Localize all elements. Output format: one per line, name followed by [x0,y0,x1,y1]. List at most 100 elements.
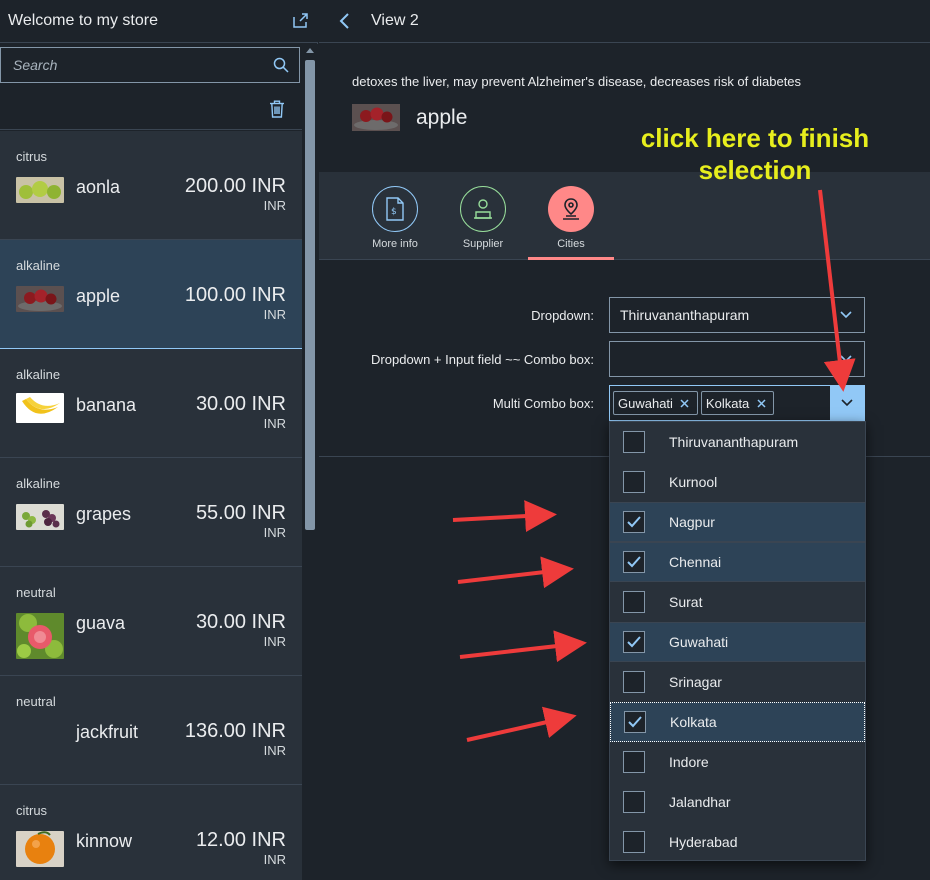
checkmark-icon [628,716,642,728]
option-label: Srinagar [669,674,722,690]
checkbox[interactable] [623,671,645,693]
tab-supplier[interactable]: Supplier [440,186,526,260]
item-unit: INR [263,198,286,213]
item-name: grapes [76,504,132,524]
option-label: Nagpur [669,514,715,530]
grapes-thumbnail [16,504,64,530]
tab-more-info[interactable]: $ More info [352,186,438,260]
item-category: alkaline [16,476,61,491]
checkbox-checked[interactable] [623,511,645,533]
detail-title: View 2 [371,12,419,29]
close-icon[interactable] [677,395,693,411]
option-label: Hyderabad [669,834,738,850]
chevron-down-icon[interactable] [828,342,864,376]
item-unit: INR [263,634,286,649]
delete-icon[interactable] [268,99,286,119]
list-toolbar [0,88,302,130]
list-item-apple[interactable]: alkaline apple 100.00 INR INR [0,240,302,349]
chevron-down-icon[interactable] [828,298,864,332]
option-label: Indore [669,754,709,770]
item-name: kinnow [76,831,133,851]
guava-thumbnail [16,613,64,659]
item-unit: INR [263,416,286,431]
option-label: Kolkata [670,714,717,730]
item-name: aonla [76,177,121,197]
option-label: Jalandhar [669,794,731,810]
apple-thumbnail [352,104,400,131]
banana-thumbnail [16,393,64,423]
combo-box[interactable] [609,341,865,377]
master-pane: Welcome to my store citrus [0,0,318,880]
checkbox-checked[interactable] [624,711,646,733]
checkbox[interactable] [623,471,645,493]
multi-combo-box[interactable]: Guwahati Kolkata [609,385,865,421]
scrollbar-thumb[interactable] [305,60,315,530]
item-price: 55.00 INR [195,502,286,524]
token-kolkata[interactable]: Kolkata [700,391,775,415]
option-guwahati[interactable]: Guwahati [610,622,865,662]
list-item-kinnow[interactable]: citrus kinnow 12.00 INR INR [0,785,302,880]
checkbox[interactable] [623,751,645,773]
svg-text:$: $ [391,207,397,217]
item-price: 100.00 INR [184,284,286,306]
annotation-text: click here to finish selection [620,122,890,186]
search-input[interactable] [1,57,263,73]
detail-header: View 2 [319,0,930,43]
option-kolkata[interactable]: Kolkata [610,702,865,742]
supplier-icon [460,186,506,232]
tab-label: Cities [557,238,585,250]
item-price: 200.00 INR [184,175,286,197]
item-name: banana [76,395,137,415]
option-chennai[interactable]: Chennai [610,542,865,582]
option-indore[interactable]: Indore [610,742,865,782]
search-icon[interactable] [263,48,299,82]
item-category: neutral [16,585,56,600]
checkmark-icon [627,636,641,648]
item-price: 30.00 INR [195,393,286,415]
token-guwahati[interactable]: Guwahati [613,391,698,415]
checkbox-checked[interactable] [623,551,645,573]
token-label: Guwahati [618,395,673,411]
option-label: Kurnool [669,474,718,490]
option-label: Surat [669,594,703,610]
object-title: apple [416,106,468,129]
share-icon[interactable] [290,11,310,31]
list-item-grapes[interactable]: alkaline grapes 55.00 INR INR [0,458,302,567]
aonla-thumbnail [16,177,64,203]
list-item-aonla[interactable]: citrus aonla 200.00 INR INR [0,131,302,240]
option-hyderabad[interactable]: Hyderabad [610,822,865,862]
list-item-jackfruit[interactable]: neutral jackfruit 136.00 INR INR [0,676,302,785]
option-srinagar[interactable]: Srinagar [610,662,865,702]
checkbox[interactable] [623,431,645,453]
option-kurnool[interactable]: Kurnool [610,462,865,502]
option-surat[interactable]: Surat [610,582,865,622]
option-nagpur[interactable]: Nagpur [610,502,865,542]
back-button[interactable] [319,0,371,43]
item-unit: INR [263,525,286,540]
kinnow-thumbnail [16,831,64,867]
option-thiruvananthapuram[interactable]: Thiruvananthapuram [610,422,865,462]
close-icon[interactable] [753,395,769,411]
item-name: guava [76,613,126,633]
document-money-icon: $ [372,186,418,232]
option-jalandhar[interactable]: Jalandhar [610,782,865,822]
checkbox[interactable] [623,791,645,813]
option-label: Guwahati [669,634,729,650]
annotation-line-2: selection [698,155,812,185]
chevron-down-icon[interactable] [830,386,864,420]
dropdown-select[interactable]: Thiruvananthapuram [609,297,865,333]
item-category: citrus [16,803,48,818]
list-item-guava[interactable]: neutral guava 30.00 INR INR [0,567,302,676]
product-list: citrus aonla 200.00 INR INR alkaline app… [0,131,302,880]
master-scrollbar[interactable] [302,44,318,880]
apple-thumbnail [16,286,64,312]
scroll-up-arrow-icon[interactable] [306,48,314,53]
checkbox[interactable] [623,831,645,853]
tab-label: Supplier [462,238,504,250]
checkbox-checked[interactable] [623,631,645,653]
list-item-banana[interactable]: alkaline banana 30.00 INR INR [0,349,302,458]
checkbox[interactable] [623,591,645,613]
tab-cities[interactable]: Cities [528,186,614,260]
item-price: 12.00 INR [195,829,286,851]
item-price: 136.00 INR [184,720,286,742]
